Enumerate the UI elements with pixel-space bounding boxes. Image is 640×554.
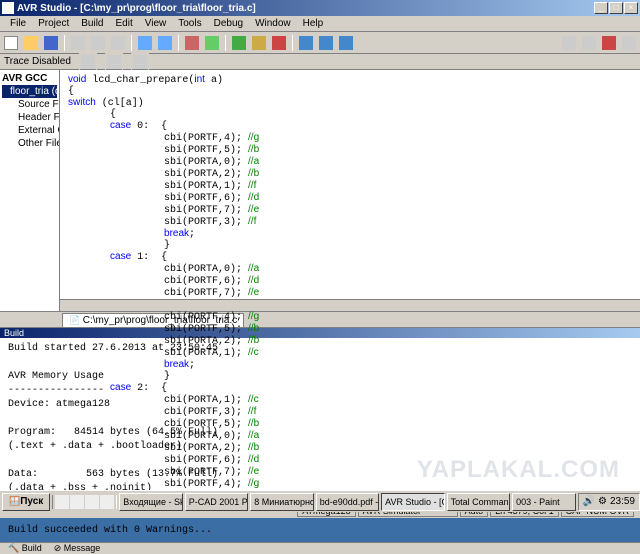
compile-button[interactable] (203, 34, 221, 52)
menu-debug[interactable]: Debug (208, 18, 249, 29)
tray-icon[interactable]: ⚙ (598, 496, 607, 507)
task-button[interactable]: 003 - Paint (512, 493, 575, 511)
trace-btn3[interactable] (131, 53, 149, 71)
build-tab-message[interactable]: ⊘ Message (54, 543, 101, 554)
watermark: YAPLAKAL.COM (417, 456, 620, 484)
task-button[interactable]: AVR Studio - [C:\... (381, 493, 444, 511)
menu-bar: File Project Build Edit View Tools Debug… (0, 16, 640, 32)
tree-item[interactable]: External C (2, 124, 57, 137)
trace-label: Trace Disabled (4, 56, 71, 67)
build-tab-build[interactable]: 🔨 Build (8, 543, 42, 554)
menu-view[interactable]: View (139, 18, 173, 29)
menu-window[interactable]: Window (249, 18, 297, 29)
menu-build[interactable]: Build (75, 18, 109, 29)
project-tree[interactable]: AVR GCC floor_tria (def Source Fil Heade… (0, 70, 60, 311)
trace-bar: Trace Disabled (0, 54, 640, 70)
toolbar-main (0, 32, 640, 54)
code-editor[interactable]: void lcd_char_prepare(int a) { switch (c… (60, 70, 640, 311)
run-button[interactable] (230, 34, 248, 52)
minimize-button[interactable]: _ (594, 2, 608, 14)
tree-item[interactable]: Other File (2, 137, 57, 150)
start-button[interactable]: 🪟 Пуск (2, 493, 50, 511)
menu-tools[interactable]: Tools (172, 18, 207, 29)
tool-c-button[interactable] (600, 34, 618, 52)
ql-icon[interactable] (85, 495, 99, 509)
task-button[interactable]: Total Commander ... (447, 493, 510, 511)
window-titlebar: AVR Studio - [C:\my_pr\prog\floor_tria\f… (0, 0, 640, 16)
tool-d-button[interactable] (620, 34, 638, 52)
step-out-button[interactable] (337, 34, 355, 52)
task-button[interactable]: Входящие - Sky... (119, 493, 182, 511)
tree-root[interactable]: AVR GCC (2, 72, 57, 85)
build-button[interactable] (183, 34, 201, 52)
tray-icon[interactable]: 🔊 (583, 496, 595, 507)
open-button[interactable] (22, 34, 40, 52)
system-tray[interactable]: 🔊 ⚙ 23:59 (578, 493, 640, 511)
step-into-button[interactable] (297, 34, 315, 52)
ql-icon[interactable] (55, 495, 69, 509)
clock[interactable]: 23:59 (610, 496, 635, 507)
menu-file[interactable]: File (4, 18, 32, 29)
close-button[interactable]: × (624, 2, 638, 14)
quick-launch (52, 495, 117, 509)
copy-button[interactable] (89, 34, 107, 52)
taskbar-tasks: Входящие - Sky... P-CAD 2001 PCB - f... … (117, 493, 577, 511)
menu-edit[interactable]: Edit (110, 18, 139, 29)
task-button[interactable]: P-CAD 2001 PCB - f... (185, 493, 248, 511)
taskbar: 🪟 Пуск Входящие - Sky... P-CAD 2001 PCB … (0, 490, 640, 512)
code-content[interactable]: void lcd_char_prepare(int a) { switch (c… (60, 70, 640, 506)
menu-help[interactable]: Help (297, 18, 330, 29)
undo-button[interactable] (136, 34, 154, 52)
task-button[interactable]: 8 Миниатюрнос... (250, 493, 313, 511)
tree-item[interactable]: floor_tria (def (2, 85, 57, 98)
maximize-button[interactable]: □ (609, 2, 623, 14)
pause-button[interactable] (250, 34, 268, 52)
new-button[interactable] (2, 34, 20, 52)
app-icon (2, 2, 14, 14)
step-over-button[interactable] (317, 34, 335, 52)
stop-button[interactable] (270, 34, 288, 52)
menu-project[interactable]: Project (32, 18, 75, 29)
tool-a-button[interactable] (560, 34, 578, 52)
tree-item[interactable]: Header Fil (2, 111, 57, 124)
tool-b-button[interactable] (580, 34, 598, 52)
trace-btn1[interactable] (79, 53, 97, 71)
window-title: AVR Studio - [C:\my_pr\prog\floor_tria\f… (17, 3, 594, 14)
ql-icon[interactable] (70, 495, 84, 509)
ql-icon[interactable] (100, 495, 114, 509)
cut-button[interactable] (69, 34, 87, 52)
trace-btn2[interactable] (105, 53, 123, 71)
task-button[interactable]: bd-e90dd.pdf - Ad... (316, 493, 379, 511)
tree-item[interactable]: Source Fil (2, 98, 57, 111)
editor-scroll-x[interactable] (60, 299, 640, 311)
paste-button[interactable] (109, 34, 127, 52)
redo-button[interactable] (156, 34, 174, 52)
save-button[interactable] (42, 34, 60, 52)
